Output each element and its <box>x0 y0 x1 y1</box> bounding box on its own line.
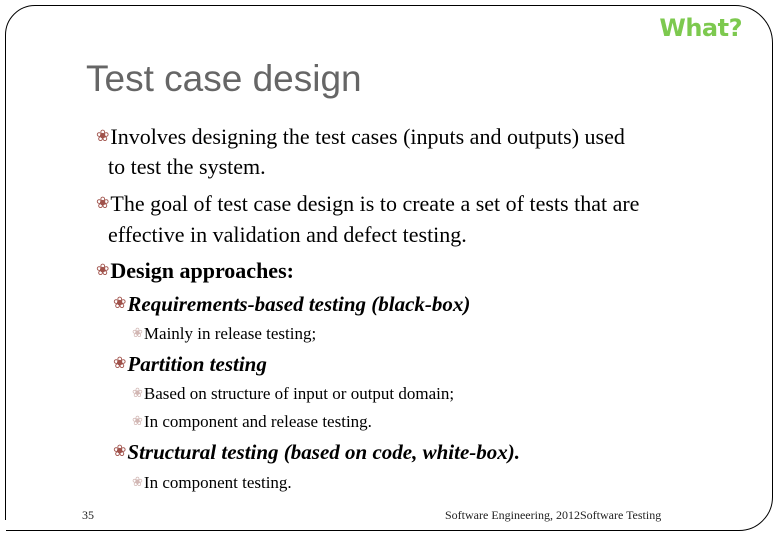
bullet-item: ❀Involves designing the test cases (inpu… <box>96 124 625 150</box>
bullet-icon: ❀ <box>96 195 110 212</box>
bullet-continuation: to test the system. <box>108 154 266 179</box>
frame-mask <box>0 520 6 540</box>
section-tag: What? <box>659 14 742 42</box>
bullet-text: Mainly in release testing; <box>143 324 317 343</box>
sub-bullet-item: ❀Partition testing <box>113 352 267 377</box>
bullet-text: The goal of test case design is to creat… <box>110 191 640 216</box>
sub-sub-bullet-item: ❀Mainly in release testing; <box>132 324 316 344</box>
bullet-text: Structural testing (based on code, white… <box>127 440 521 464</box>
bullet-text: Design approaches: <box>110 258 294 283</box>
sub-sub-bullet-item: ❀Based on structure of input or output d… <box>132 384 454 404</box>
bullet-text: Based on structure of input or output do… <box>143 384 455 403</box>
sub-sub-bullet-item: ❀In component and release testing. <box>132 412 372 432</box>
bullet-icon: ❀ <box>96 262 110 279</box>
bullet-icon: ❀ <box>132 325 143 340</box>
bullet-icon: ❀ <box>132 474 143 489</box>
footer-caption: Software Engineering, 2012Software Testi… <box>445 508 662 522</box>
bullet-icon: ❀ <box>132 413 143 428</box>
bullet-text: In component testing. <box>143 473 292 492</box>
bullet-icon: ❀ <box>132 385 143 400</box>
sub-sub-bullet-item: ❀In component testing. <box>132 473 292 493</box>
sub-bullet-item: ❀Structural testing (based on code, whit… <box>113 440 520 465</box>
bullet-text: Requirements-based testing (black-box) <box>127 292 471 316</box>
bullet-item: ❀Design approaches: <box>96 258 294 284</box>
bullet-text: Partition testing <box>127 352 267 376</box>
bullet-icon: ❀ <box>113 295 127 312</box>
bullet-icon: ❀ <box>96 128 110 145</box>
page-number: 35 <box>82 508 94 522</box>
bullet-text: In component and release testing. <box>143 412 372 431</box>
bullet-item: ❀The goal of test case design is to crea… <box>96 191 639 217</box>
bullet-icon: ❀ <box>113 355 127 372</box>
sub-bullet-item: ❀Requirements-based testing (black-box) <box>113 292 470 317</box>
bullet-text: Involves designing the test cases (input… <box>110 124 625 149</box>
bullet-icon: ❀ <box>113 443 127 460</box>
slide-title: Test case design <box>86 58 362 99</box>
bullet-continuation: effective in validation and defect testi… <box>108 222 467 247</box>
